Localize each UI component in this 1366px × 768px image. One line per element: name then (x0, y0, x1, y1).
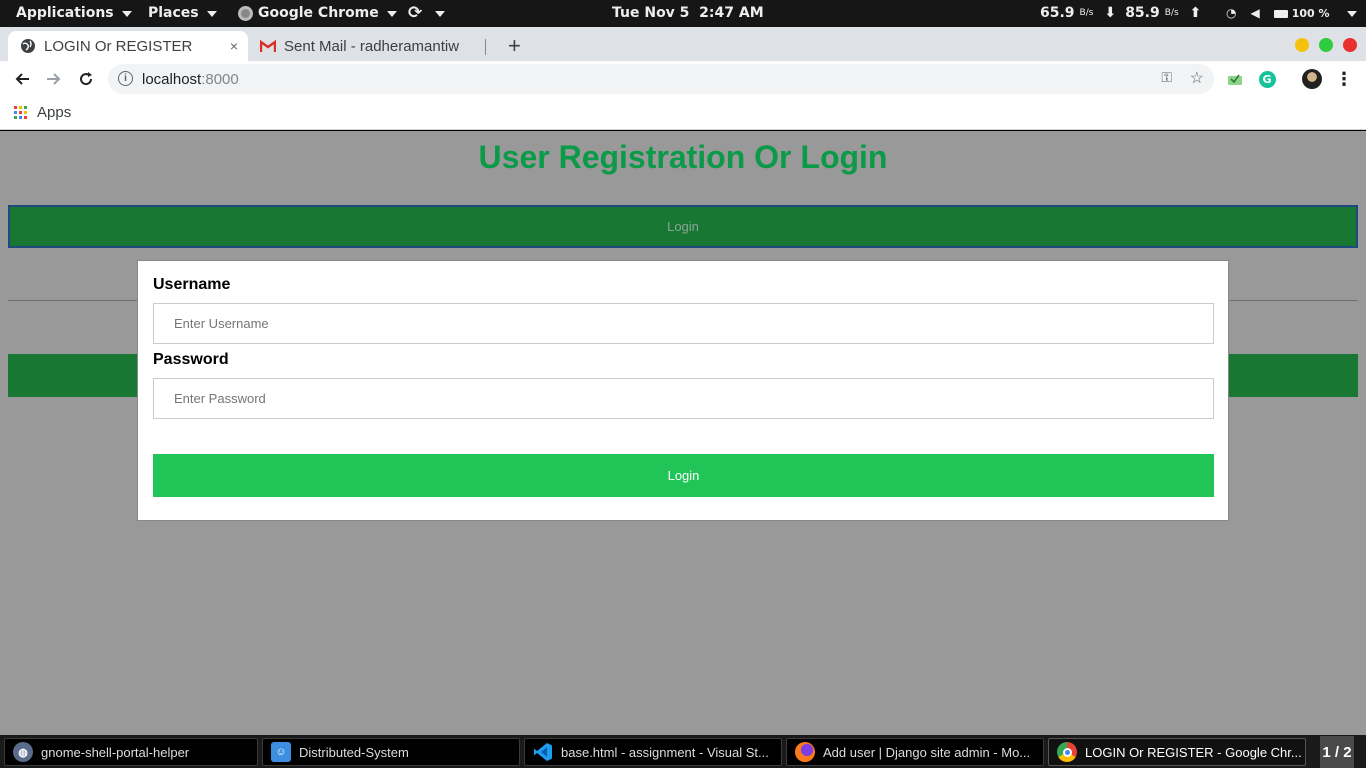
menu-dots-icon[interactable]: ⋮ (1334, 69, 1354, 90)
plus-icon: + (508, 33, 521, 58)
forward-arrow-icon[interactable] (42, 67, 66, 91)
taskbar: ◍ gnome-shell-portal-helper ☺ Distribute… (0, 735, 1366, 768)
task-visual-studio-code[interactable]: base.html - assignment - Visual St... (524, 738, 782, 766)
maximize-button[interactable] (1319, 38, 1333, 52)
net-speed[interactable]: 65.9 B/s ⬇ 85.9 B/s ⬆ (1040, 0, 1201, 27)
chrome-icon (238, 6, 253, 21)
arrow-up-icon: ⬆ (1189, 5, 1202, 21)
minimize-button[interactable] (1295, 38, 1309, 52)
globe-icon (20, 38, 36, 54)
file-manager-icon: ☺ (271, 742, 291, 762)
arrow-down-icon: ⬇ (1104, 5, 1117, 21)
apps-bookmark[interactable]: Apps (14, 104, 71, 121)
bookmarks-bar: Apps (0, 97, 1366, 130)
net-up-value: 85.9 (1125, 5, 1160, 21)
tab-separator (485, 39, 486, 55)
workspace-indicator[interactable]: 1 / 2 (1320, 736, 1354, 768)
chevron-down-icon (435, 10, 446, 17)
places-menu[interactable]: Places (148, 0, 217, 27)
chrome-icon (1057, 742, 1077, 762)
net-up-unit: B/s (1164, 8, 1179, 18)
volume-icon: ◀ (1250, 6, 1260, 20)
net-down-unit: B/s (1079, 8, 1094, 18)
tab-sent-mail[interactable]: Sent Mail - radheramantiw (248, 31, 486, 61)
places-label: Places (148, 5, 199, 21)
close-window-button[interactable] (1343, 38, 1357, 52)
login-submit-button[interactable]: Login (153, 454, 1214, 497)
login-modal: Username Password Login (137, 260, 1229, 521)
apps-grid-icon (14, 106, 27, 119)
address-bar[interactable]: i localhost:8000 ⚿ ☆ (108, 64, 1214, 94)
username-label: Username (153, 276, 231, 293)
globe-icon: ◍ (13, 742, 33, 762)
task-label: base.html - assignment - Visual St... (561, 744, 769, 760)
task-label: Distributed-System (299, 744, 409, 760)
reload-icon[interactable] (74, 67, 98, 91)
gmail-icon (260, 38, 276, 54)
tab-title: Sent Mail - radheramantiw (284, 37, 460, 55)
url-port: :8000 (201, 70, 239, 88)
back-arrow-icon[interactable] (10, 67, 34, 91)
tab-title: LOGIN Or REGISTER (44, 37, 193, 55)
tab-login-or-register[interactable]: LOGIN Or REGISTER × (8, 31, 248, 61)
task-firefox[interactable]: Add user | Django site admin - Mo... (786, 738, 1044, 766)
username-input[interactable] (153, 303, 1214, 344)
star-icon[interactable]: ☆ (1190, 68, 1204, 88)
refresh-icon: ⟳ (408, 3, 423, 23)
login-toggle-button[interactable]: Login (8, 205, 1358, 248)
new-tab-button[interactable]: + (496, 31, 533, 61)
refresh-menu[interactable]: ⟳ (408, 0, 446, 27)
chevron-down-icon (386, 10, 397, 17)
net-down-value: 65.9 (1040, 5, 1075, 21)
battery-label: 100 % (1291, 7, 1330, 20)
task-google-chrome[interactable]: LOGIN Or REGISTER - Google Chr... (1048, 738, 1306, 766)
chevron-down-icon (121, 10, 132, 17)
chevron-down-icon (206, 10, 217, 17)
applications-menu[interactable]: Applications (16, 0, 132, 27)
avatar[interactable] (1302, 69, 1322, 89)
battery-icon (1273, 9, 1288, 18)
vscode-icon (533, 742, 553, 762)
apps-label: Apps (37, 104, 72, 121)
extension-inbox-icon[interactable] (1225, 69, 1245, 89)
page-viewport: User Registration Or Login Login Usernam… (0, 131, 1366, 735)
chevron-down-icon (1346, 10, 1357, 17)
app-menu-label: Google Chrome (258, 5, 379, 21)
grammarly-icon[interactable]: G (1257, 69, 1277, 89)
url-host: localhost (142, 70, 202, 88)
browser-toolbar: i localhost:8000 ⚿ ☆ G ⋮ (0, 61, 1366, 97)
system-menu[interactable]: ◔ ◀ 100 % (1226, 0, 1357, 27)
applications-label: Applications (16, 5, 114, 21)
key-icon[interactable]: ⚿ (1161, 69, 1172, 86)
firefox-icon (795, 742, 815, 762)
task-gnome-shell-portal-helper[interactable]: ◍ gnome-shell-portal-helper (4, 738, 258, 766)
task-label: gnome-shell-portal-helper (41, 744, 190, 760)
app-menu[interactable]: Google Chrome (238, 0, 397, 27)
clock[interactable]: Tue Nov 5 2:47 AM (612, 0, 764, 27)
page-title: User Registration Or Login (478, 139, 888, 175)
task-distributed-system[interactable]: ☺ Distributed-System (262, 738, 520, 766)
wifi-icon: ◔ (1226, 6, 1237, 20)
tab-strip: LOGIN Or REGISTER × Sent Mail - radheram… (0, 27, 1366, 61)
clock-label: Tue Nov 5 2:47 AM (612, 5, 764, 21)
gnome-top-bar: Applications Places Google Chrome ⟳ Tue … (0, 0, 1366, 27)
password-input[interactable] (153, 378, 1214, 419)
password-label: Password (153, 351, 229, 368)
info-icon: i (118, 71, 133, 86)
close-icon[interactable]: × (230, 38, 238, 54)
task-label: Add user | Django site admin - Mo... (823, 744, 1031, 760)
task-label: LOGIN Or REGISTER - Google Chr... (1085, 744, 1302, 760)
